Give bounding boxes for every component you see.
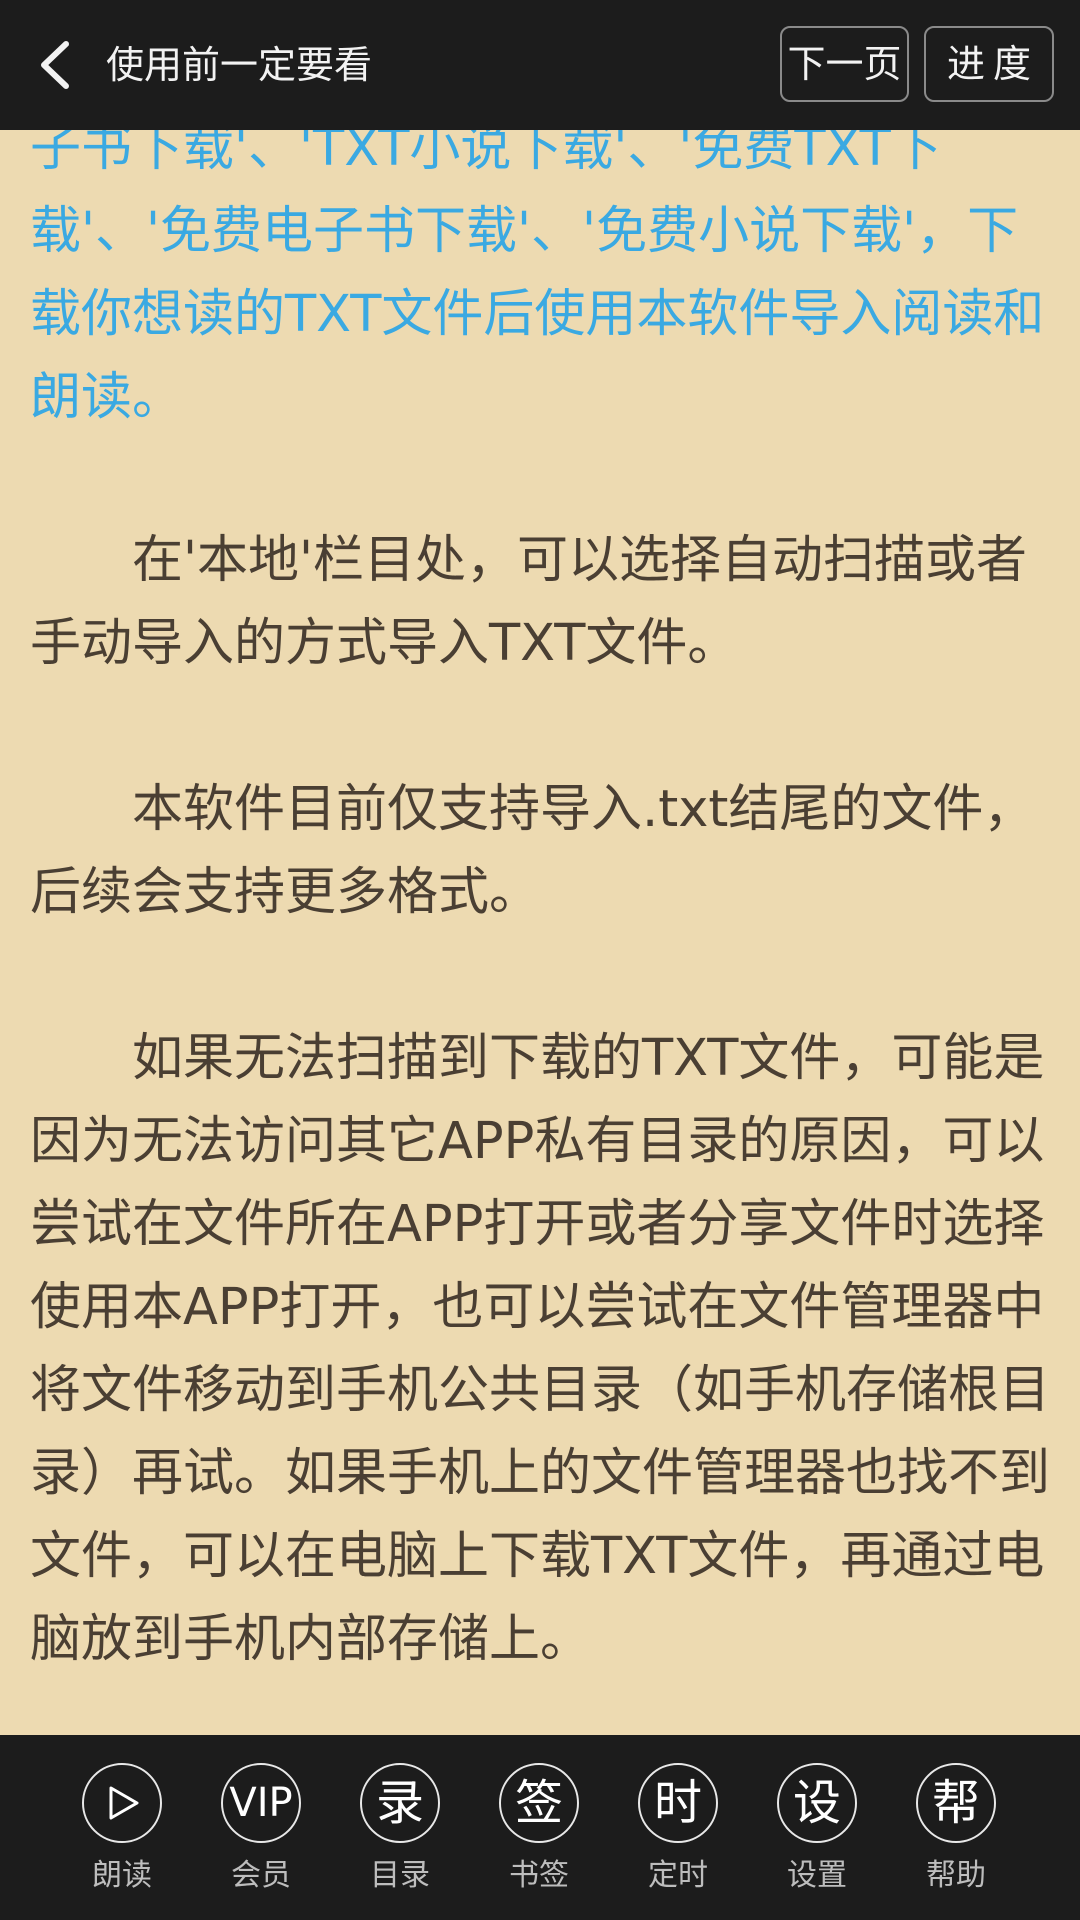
next-page-button[interactable]: 下一页 xyxy=(780,26,909,102)
vip-icon: VIP xyxy=(221,1763,301,1843)
tool-label-timer: 定时 xyxy=(648,1858,708,1893)
timer-button[interactable]: 时 定时 xyxy=(618,1763,738,1903)
bookmark-icon: 签 xyxy=(499,1763,579,1843)
tool-label-settings: 设置 xyxy=(787,1858,847,1893)
link-paragraph[interactable]: 子书下载'、'TXT小说下载'、'免费TXT下载'、'免费电子书下载'、'免费小… xyxy=(30,107,1055,439)
bottom-toolbar: 朗读 VIP 会员 录 目录 签 书签 时 定时 设 设置 帮 帮助 xyxy=(0,1735,1080,1920)
top-bar: 使用前一定要看 下一页 进度 xyxy=(0,0,1080,130)
tool-label-vip: 会员 xyxy=(231,1858,291,1893)
help-button[interactable]: 帮 帮助 xyxy=(896,1763,1016,1903)
progress-button[interactable]: 进度 xyxy=(924,26,1054,102)
paragraph-supported-format: 本软件目前仅支持导入.txt结尾的文件，后续会支持更多格式。 xyxy=(30,780,1035,922)
page-title: 使用前一定要看 xyxy=(106,43,373,87)
paragraph-scan-failure-help: 如果无法扫描到下载的TXT文件，可能是因为无法访问其它APP私有目录的原因，可以… xyxy=(30,1029,1051,1669)
bookmark-button[interactable]: 签 书签 xyxy=(479,1763,599,1903)
settings-button[interactable]: 设 设置 xyxy=(757,1763,877,1903)
chevron-left-icon xyxy=(22,30,92,100)
timer-icon: 时 xyxy=(638,1763,718,1843)
back-button[interactable] xyxy=(22,30,92,100)
reading-content[interactable]: 子书下载'、'TXT小说下载'、'免费TXT下载'、'免费电子书下载'、'免费小… xyxy=(0,0,1080,1735)
vip-button[interactable]: VIP 会员 xyxy=(201,1763,321,1903)
catalog-icon: 录 xyxy=(360,1763,440,1843)
catalog-button[interactable]: 录 目录 xyxy=(340,1763,460,1903)
help-icon: 帮 xyxy=(916,1763,996,1843)
tool-label-help: 帮助 xyxy=(926,1858,986,1893)
play-icon xyxy=(82,1763,162,1843)
tool-label-read-aloud: 朗读 xyxy=(92,1858,152,1893)
paragraph-local-import: 在'本地'栏目处，可以选择自动扫描或者手动导入的方式导入TXT文件。 xyxy=(30,531,1028,673)
tool-label-bookmark: 书签 xyxy=(509,1858,569,1893)
settings-icon: 设 xyxy=(777,1763,857,1843)
tool-label-catalog: 目录 xyxy=(370,1858,430,1893)
read-aloud-button[interactable]: 朗读 xyxy=(62,1763,182,1903)
